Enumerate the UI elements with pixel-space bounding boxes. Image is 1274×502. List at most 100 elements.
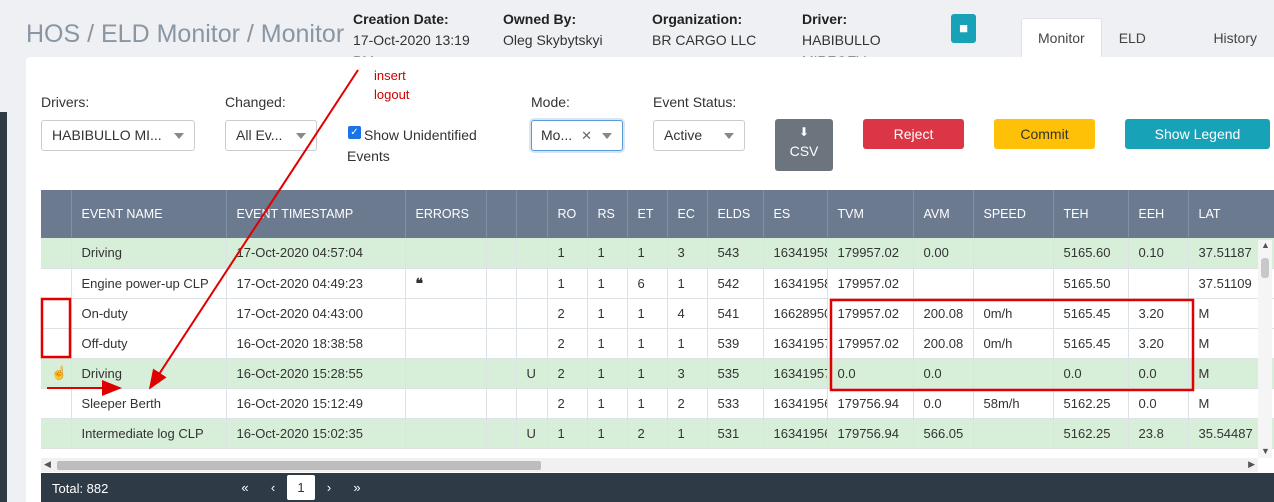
table-cell: 1 xyxy=(587,358,628,389)
table-cell xyxy=(973,358,1054,389)
table-cell: U xyxy=(516,358,548,389)
table-row[interactable]: On-duty 17-Oct-2020 04:43:00 2 1 1 4 541 166289… xyxy=(41,298,1274,329)
table-cell: 3.20 xyxy=(1128,298,1189,329)
prev-page-button[interactable]: ‹ xyxy=(259,475,287,500)
table-cell: U xyxy=(516,418,548,449)
table-row[interactable]: Driving 17-Oct-2020 04:57:04 1 1 1 3 543 163419… xyxy=(41,238,1274,269)
mode-select[interactable]: Mo... ✕ xyxy=(531,120,623,151)
errors-cell xyxy=(405,328,487,359)
table-cell: 0.00 xyxy=(913,238,974,269)
table-row[interactable]: Sleeper Berth 16-Oct-2020 15:12:49 2 1 1 2 533… xyxy=(41,388,1274,419)
owner-label: Owned By: xyxy=(503,11,577,27)
tab-monitor[interactable]: Monitor xyxy=(1021,18,1102,58)
vertical-scroll-thumb[interactable] xyxy=(1261,258,1269,278)
errors-cell xyxy=(405,298,487,329)
clear-icon[interactable]: ✕ xyxy=(581,121,592,150)
column-header[interactable] xyxy=(41,190,72,238)
table-row[interactable]: Engine power-up CLP 17-Oct-2020 04:49:23 ❝… xyxy=(41,268,1274,299)
column-header[interactable]: ET xyxy=(627,190,668,238)
table-cell: 533 xyxy=(707,388,764,419)
column-header[interactable]: RO xyxy=(547,190,588,238)
column-header[interactable]: EC xyxy=(667,190,708,238)
table-cell xyxy=(516,268,548,299)
organization-label: Organization: xyxy=(652,11,743,27)
vertical-scrollbar[interactable]: ▲ ▼ xyxy=(1258,240,1272,458)
tab-bar: Monitor ELD Viewer History xyxy=(1021,18,1274,84)
table-cell: 5162.25 xyxy=(1053,388,1129,419)
table-cell: 3.20 xyxy=(1128,328,1189,359)
column-header[interactable] xyxy=(516,190,548,238)
table-cell: Off-duty xyxy=(71,328,227,359)
show-legend-button[interactable]: Show Legend xyxy=(1125,119,1270,149)
table-cell: 0.0 xyxy=(913,358,974,389)
column-header[interactable]: ELDS xyxy=(707,190,764,238)
show-unidentified-label-line2: Events xyxy=(347,148,390,164)
table-cell xyxy=(516,328,548,359)
tab-eld-viewer[interactable]: ELD Viewer xyxy=(1102,18,1197,84)
column-header[interactable]: EVENT TIMESTAMP xyxy=(226,190,406,238)
drivers-select[interactable]: HABIBULLO MI... xyxy=(41,120,195,151)
chevron-down-icon xyxy=(602,133,612,139)
event-status-select[interactable]: Active xyxy=(653,120,745,151)
next-page-button[interactable]: › xyxy=(315,475,343,500)
table-cell: Sleeper Berth xyxy=(71,388,227,419)
column-header[interactable]: ERRORS xyxy=(405,190,487,238)
column-header[interactable]: RS xyxy=(587,190,628,238)
table-cell: 179756.94 xyxy=(827,418,914,449)
tab-history[interactable]: History xyxy=(1196,18,1274,58)
changed-select[interactable]: All Ev... xyxy=(225,120,317,151)
column-header[interactable] xyxy=(486,190,517,238)
table-cell: 1 xyxy=(667,268,708,299)
table-cell: 16341956 xyxy=(763,418,828,449)
column-header[interactable]: SPEED xyxy=(973,190,1054,238)
table-cell: 0.0 xyxy=(1128,388,1189,419)
table-cell: 58m/h xyxy=(973,388,1054,419)
table-cell: 1 xyxy=(627,328,668,359)
table-cell: 2 xyxy=(547,358,588,389)
horizontal-scrollbar[interactable]: ◀ ▶ xyxy=(41,458,1258,472)
table-cell: Driving xyxy=(71,358,227,389)
scroll-left-icon[interactable]: ◀ xyxy=(44,459,51,470)
table-cell: 1 xyxy=(667,418,708,449)
column-header[interactable]: TEH xyxy=(1053,190,1129,238)
app-root: HOS / ELD Monitor / Monitor Creation Dat… xyxy=(0,0,1274,502)
column-header[interactable]: LAT xyxy=(1188,190,1274,238)
page-1-button[interactable]: 1 xyxy=(287,475,315,500)
chat-button[interactable]: ■ xyxy=(951,14,976,43)
column-header[interactable]: EEH xyxy=(1128,190,1189,238)
csv-download-button[interactable]: ⬇ CSV xyxy=(775,119,833,171)
scroll-up-icon[interactable]: ▲ xyxy=(1261,240,1270,250)
first-page-button[interactable]: « xyxy=(231,475,259,500)
scroll-down-icon[interactable]: ▼ xyxy=(1261,446,1270,456)
show-unidentified-checkbox[interactable]: ✓ xyxy=(348,126,361,139)
column-header[interactable]: TVM xyxy=(827,190,914,238)
table-cell: 0.0 xyxy=(1053,358,1129,389)
total-count: Total: 882 xyxy=(52,481,109,496)
column-header[interactable]: ES xyxy=(763,190,828,238)
organization-value: BR CARGO LLC xyxy=(652,32,757,48)
left-sidebar-edge xyxy=(0,112,7,502)
commit-button[interactable]: Commit xyxy=(994,119,1095,149)
table-cell xyxy=(486,328,517,359)
scroll-right-icon[interactable]: ▶ xyxy=(1248,459,1255,470)
table-cell: 6 xyxy=(627,268,668,299)
table-cell: 5165.45 xyxy=(1053,328,1129,359)
table-cell: Driving xyxy=(71,238,227,269)
annotation-note: insert logout xyxy=(374,66,409,104)
table-row[interactable]: Off-duty 16-Oct-2020 18:38:58 2 1 1 1 539 16341… xyxy=(41,328,1274,359)
last-page-button[interactable]: » xyxy=(343,475,371,500)
reject-button[interactable]: Reject xyxy=(863,119,964,149)
column-header[interactable]: EVENT NAME xyxy=(71,190,227,238)
table-cell: 23.8 xyxy=(1128,418,1189,449)
table-cell: 16341958 xyxy=(763,268,828,299)
table-row[interactable]: Intermediate log CLP 16-Oct-2020 15:02:35… xyxy=(41,418,1274,449)
table-cell: 179756.94 xyxy=(827,388,914,419)
horizontal-scroll-thumb[interactable] xyxy=(57,461,541,470)
table-cell: 5165.50 xyxy=(1053,268,1129,299)
row-marker-cell xyxy=(41,388,72,419)
table-row[interactable]: ☝ Driving 16-Oct-2020 15:28:55 U 2 1 1 3 535 1634… xyxy=(41,358,1274,389)
table-cell: Engine power-up CLP xyxy=(71,268,227,299)
table-cell xyxy=(516,388,548,419)
column-header[interactable]: AVM xyxy=(913,190,974,238)
table-cell: 1 xyxy=(587,268,628,299)
